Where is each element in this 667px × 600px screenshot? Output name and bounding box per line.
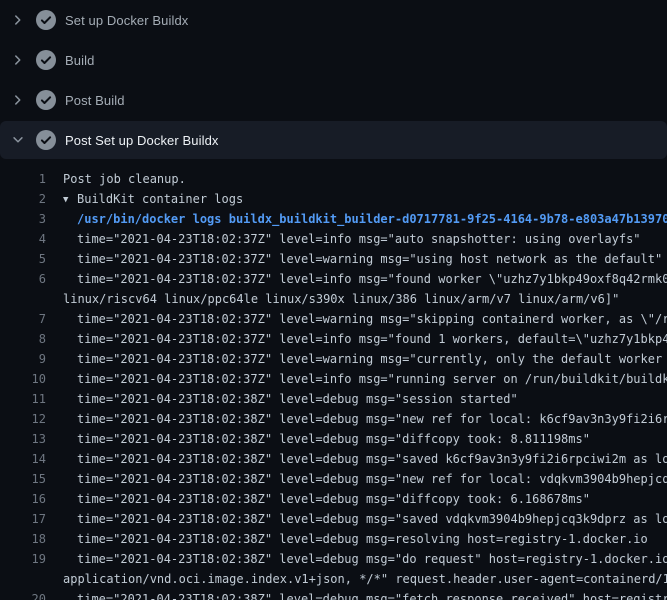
step-row-set-up-docker-buildx[interactable]: Set up Docker Buildx (0, 0, 667, 40)
log-text: time="2021-04-23T18:02:38Z" level=debug … (77, 469, 667, 489)
step-label: Post Set up Docker Buildx (65, 133, 219, 148)
log-line: 18 time="2021-04-23T18:02:38Z" level=debu… (0, 529, 667, 549)
line-number[interactable]: 11 (0, 389, 46, 409)
log-text: linux/riscv64 linux/ppc64le linux/s390x … (63, 289, 619, 309)
log-text: time="2021-04-23T18:02:37Z" level=warnin… (77, 249, 662, 269)
log-text: time="2021-04-23T18:02:38Z" level=debug … (77, 489, 590, 509)
log-line: 4 time="2021-04-23T18:02:37Z" level=info … (0, 229, 667, 249)
log-text: time="2021-04-23T18:02:38Z" level=debug … (77, 509, 667, 529)
log-line: 11 time="2021-04-23T18:02:38Z" level=debu… (0, 389, 667, 409)
workflow-log-panel: Set up Docker Buildx Build Post Build Post … (0, 0, 667, 600)
log-text: time="2021-04-23T18:02:37Z" level=info m… (77, 329, 667, 349)
check-circle-icon (36, 130, 56, 150)
check-circle-icon (36, 50, 56, 70)
log-line: 16 time="2021-04-23T18:02:38Z" level=debu… (0, 489, 667, 509)
log-text: time="2021-04-23T18:02:37Z" level=info m… (77, 229, 641, 249)
log-line: 9 time="2021-04-23T18:02:37Z" level=warni… (0, 349, 667, 369)
check-circle-icon (36, 90, 56, 110)
line-number (0, 569, 46, 589)
log-text: time="2021-04-23T18:02:38Z" level=debug … (77, 589, 667, 600)
log-text: time="2021-04-23T18:02:38Z" level=debug … (77, 429, 590, 449)
line-number[interactable]: 19 (0, 549, 46, 569)
log-line: 13 time="2021-04-23T18:02:38Z" level=debu… (0, 429, 667, 449)
line-number[interactable]: 6 (0, 269, 46, 289)
log-line: 10 time="2021-04-23T18:02:37Z" level=info… (0, 369, 667, 389)
log-line: 8 time="2021-04-23T18:02:37Z" level=info … (0, 329, 667, 349)
log-line-continuation: application/vnd.oci.image.index.v1+json,… (0, 569, 667, 589)
log-line: 20 time="2021-04-23T18:02:38Z" level=debu… (0, 589, 667, 600)
line-number[interactable]: 3 (0, 209, 46, 229)
log-line: 19 time="2021-04-23T18:02:38Z" level=debu… (0, 549, 667, 569)
log-line: 7 time="2021-04-23T18:02:37Z" level=warni… (0, 309, 667, 329)
log-lines: 1 Post job cleanup. 2 ▼BuildKit container l… (0, 160, 667, 600)
log-line: 14 time="2021-04-23T18:02:38Z" level=debu… (0, 449, 667, 469)
line-number[interactable]: 17 (0, 509, 46, 529)
log-line: 17 time="2021-04-23T18:02:38Z" level=debu… (0, 509, 667, 529)
step-row-post-set-up-docker-buildx[interactable]: Post Set up Docker Buildx (0, 121, 667, 159)
log-text: Post job cleanup. (63, 169, 186, 189)
line-number[interactable]: 14 (0, 449, 46, 469)
log-text: time="2021-04-23T18:02:37Z" level=info m… (77, 269, 667, 289)
line-number[interactable]: 7 (0, 309, 46, 329)
line-number[interactable]: 18 (0, 529, 46, 549)
steps-list: Set up Docker Buildx Build Post Build Post … (0, 0, 667, 159)
log-line: 12 time="2021-04-23T18:02:38Z" level=debu… (0, 409, 667, 429)
line-number[interactable]: 20 (0, 589, 46, 600)
log-line-continuation: linux/riscv64 linux/ppc64le linux/s390x … (0, 289, 667, 309)
log-text: time="2021-04-23T18:02:38Z" level=debug … (77, 389, 518, 409)
line-number[interactable]: 15 (0, 469, 46, 489)
step-row-build[interactable]: Build (0, 40, 667, 80)
line-number[interactable]: 1 (0, 169, 46, 189)
line-number[interactable]: 16 (0, 489, 46, 509)
log-text: time="2021-04-23T18:02:37Z" level=warnin… (77, 349, 667, 369)
chevron-down-icon[interactable] (10, 132, 26, 148)
triangle-down-icon[interactable]: ▼ (63, 190, 77, 210)
log-line: 3/usr/bin/docker logs buildx_buildkit_bu… (0, 209, 667, 229)
line-number[interactable]: 2 (0, 189, 46, 209)
chevron-right-icon[interactable] (10, 92, 26, 108)
step-label: Set up Docker Buildx (65, 13, 188, 28)
log-text[interactable]: ▼BuildKit container logs (63, 189, 243, 209)
log-text: time="2021-04-23T18:02:37Z" level=warnin… (77, 309, 667, 329)
log-line: 1 Post job cleanup. (0, 169, 667, 189)
line-number (0, 289, 46, 309)
log-line: 6 time="2021-04-23T18:02:37Z" level=info … (0, 269, 667, 289)
line-number[interactable]: 9 (0, 349, 46, 369)
log-line: 5 time="2021-04-23T18:02:37Z" level=warni… (0, 249, 667, 269)
log-command-text: /usr/bin/docker logs buildx_buildkit_bui… (77, 209, 667, 229)
step-label: Post Build (65, 93, 125, 108)
log-text: time="2021-04-23T18:02:38Z" level=debug … (77, 409, 667, 429)
log-text: time="2021-04-23T18:02:38Z" level=debug … (77, 529, 648, 549)
log-line: 2 ▼BuildKit container logs (0, 189, 667, 209)
step-label: Build (65, 53, 94, 68)
line-number[interactable]: 5 (0, 249, 46, 269)
line-number[interactable]: 8 (0, 329, 46, 349)
log-text: time="2021-04-23T18:02:37Z" level=info m… (77, 369, 667, 389)
check-circle-icon (36, 10, 56, 30)
line-number[interactable]: 13 (0, 429, 46, 449)
line-number[interactable]: 12 (0, 409, 46, 429)
step-row-post-build[interactable]: Post Build (0, 80, 667, 120)
log-line: 15 time="2021-04-23T18:02:38Z" level=debu… (0, 469, 667, 489)
log-text: time="2021-04-23T18:02:38Z" level=debug … (77, 549, 667, 569)
log-text: application/vnd.oci.image.index.v1+json,… (63, 569, 667, 589)
chevron-right-icon[interactable] (10, 52, 26, 68)
line-number[interactable]: 4 (0, 229, 46, 249)
log-text: time="2021-04-23T18:02:38Z" level=debug … (77, 449, 667, 469)
chevron-right-icon[interactable] (10, 12, 26, 28)
line-number[interactable]: 10 (0, 369, 46, 389)
